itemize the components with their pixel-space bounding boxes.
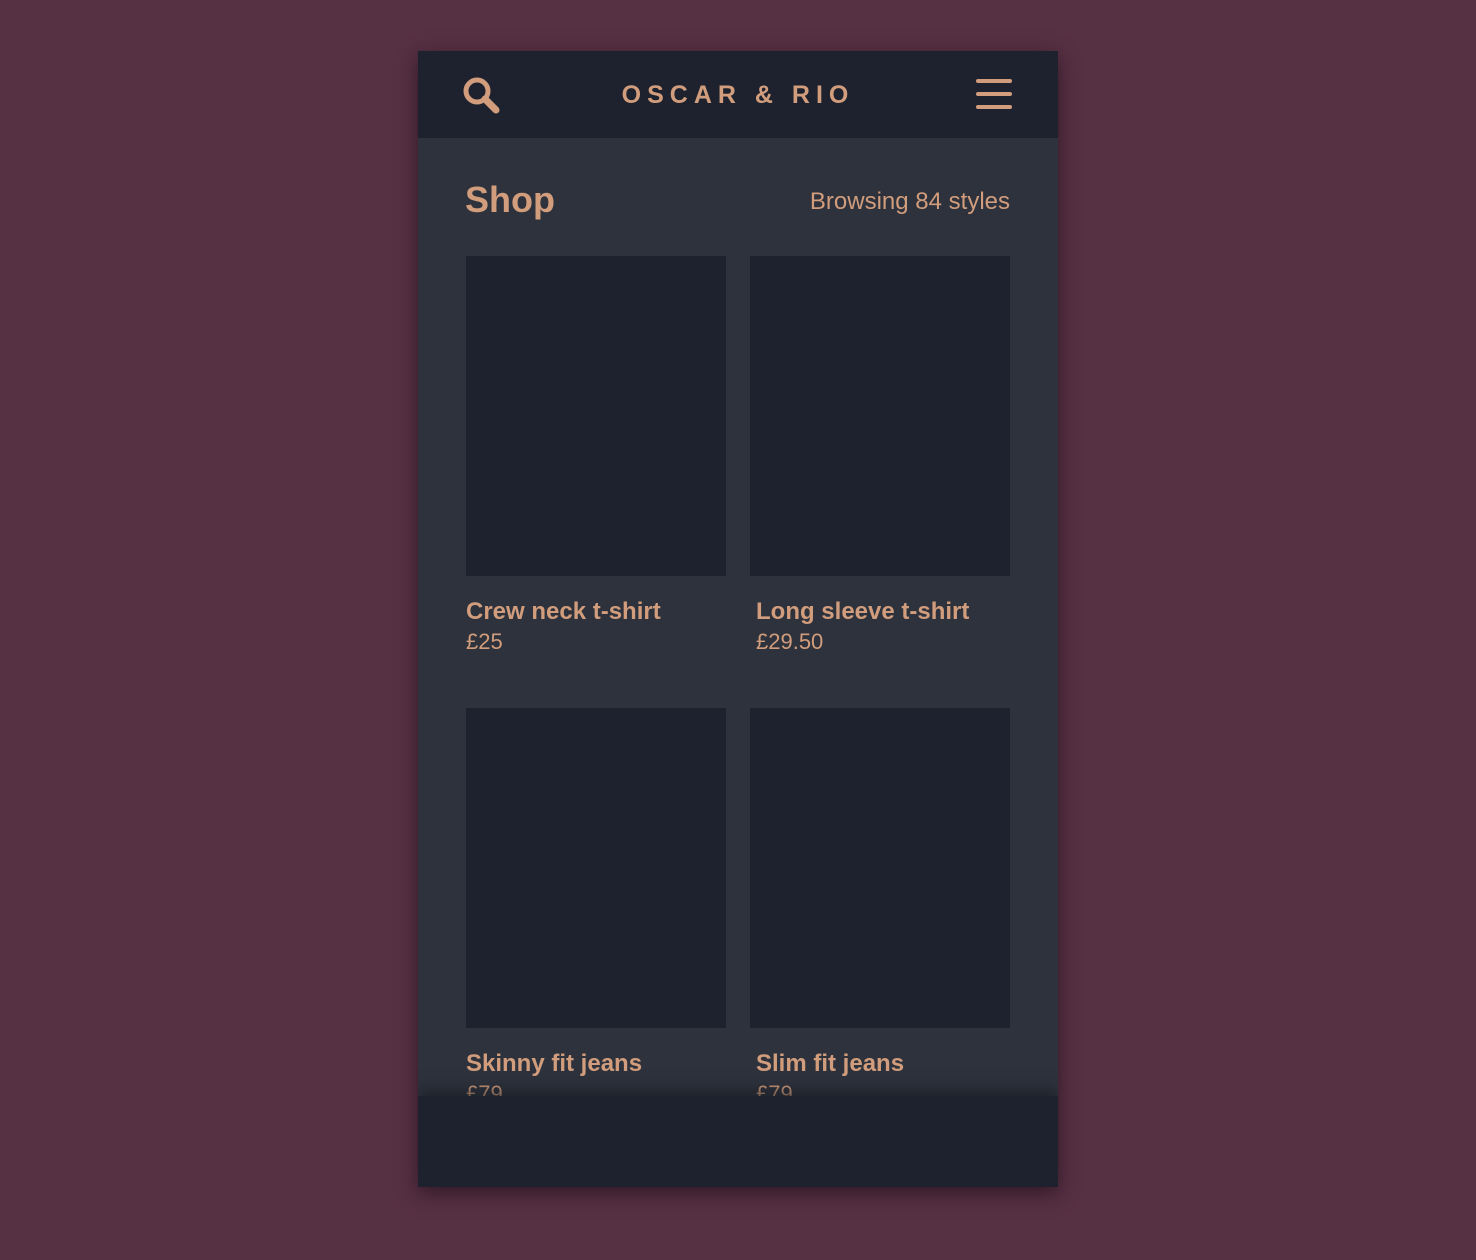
style-count-label: Browsing 84 styles <box>809 188 1010 215</box>
product-card[interactable]: Long sleeve t-shirt £29.50 <box>750 256 1010 654</box>
product-name[interactable]: Crew neck t-shirt <box>466 596 661 628</box>
page-title: Shop <box>465 179 555 220</box>
product-price: £29.50 <box>756 629 824 654</box>
product-image[interactable] <box>750 708 1010 1028</box>
product-name[interactable]: Slim fit jeans <box>756 1048 904 1080</box>
product-name[interactable]: Long sleeve t-shirt <box>756 596 969 628</box>
top-app-bar: OSCAR & RIO <box>418 51 1058 138</box>
product-price: £25 <box>466 629 503 654</box>
phone-screen: OSCAR & RIO Shop Browsing 84 styles Crew… <box>418 51 1058 1187</box>
product-image[interactable] <box>750 256 1010 576</box>
product-card[interactable]: Crew neck t-shirt £25 <box>466 256 726 654</box>
product-image[interactable] <box>466 708 726 1028</box>
product-card[interactable]: Skinny fit jeans £79 <box>466 708 726 1106</box>
product-name[interactable]: Skinny fit jeans <box>466 1048 642 1080</box>
bottom-bar <box>418 1096 1058 1187</box>
product-card[interactable]: Slim fit jeans £79 <box>750 708 1010 1106</box>
brand-logo-text: OSCAR & RIO <box>621 81 855 109</box>
product-image[interactable] <box>466 256 726 576</box>
menu-button[interactable] <box>974 78 1014 112</box>
